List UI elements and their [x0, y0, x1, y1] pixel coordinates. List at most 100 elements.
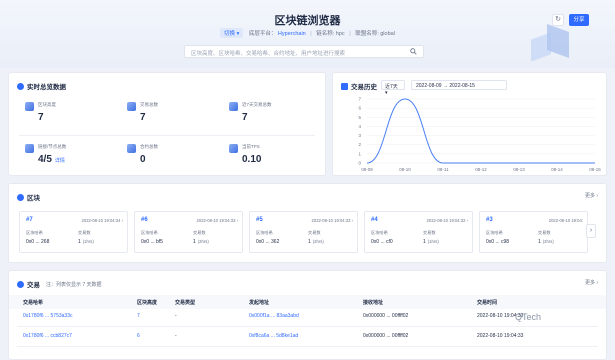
block-hash[interactable]: 0x0 ... 268	[26, 239, 49, 245]
overview-item: 合约总数 0	[127, 139, 227, 179]
search-placeholder: 区块高度、区块哈希、交易哈希、合约地址、用户地址进行搜索	[191, 51, 346, 57]
block-number[interactable]: #3	[486, 217, 493, 223]
search-icon[interactable]	[410, 48, 417, 55]
platform-label: 底层平台：	[248, 31, 277, 37]
header: 区块链浏览器 切换 ▾ 底层平台： Hyperchain | 链名称: hpc …	[0, 0, 615, 68]
block-number[interactable]: #4	[371, 217, 378, 223]
blocks-title: 区块	[17, 192, 40, 202]
transactions-icon	[17, 280, 24, 288]
block-hash[interactable]: 0x0 ... bf5	[141, 239, 163, 245]
tx-type: -	[175, 333, 177, 339]
block-hash-label: 区块哈希	[486, 230, 503, 235]
y-tick-label: 1	[358, 151, 361, 156]
y-tick-label: 2	[358, 142, 361, 147]
tx-type: -	[175, 313, 177, 319]
header-illustration	[531, 23, 571, 64]
block-card[interactable]: #5 2022-08-10 19:04:33 › 区块哈希 交易数 0x0 ..…	[249, 211, 358, 253]
blocks-icon	[17, 193, 24, 201]
block-number[interactable]: #6	[141, 217, 148, 223]
tx-height-link[interactable]: 6	[137, 333, 140, 339]
transactions-more-link[interactable]: 更多 ›	[585, 279, 598, 286]
tx-7days-icon	[229, 102, 238, 111]
watermark: QTech	[515, 312, 542, 322]
block-time: 2022-08-10 19:04:	[548, 218, 583, 223]
block-hash-label: 区块哈希	[256, 230, 273, 235]
overview-item: 近7天交易总数 7	[229, 97, 329, 137]
block-tx-count: 1 (2hrs)	[308, 239, 324, 245]
block-card[interactable]: #4 2022-08-10 19:04:32 › 区块哈希 交易数 0x0 ..…	[364, 211, 473, 253]
block-hash[interactable]: 0x0 ... c98	[486, 239, 509, 245]
overview-card: 实时总览数据 区块高度 7 交易总数 7 近7天交易总数 7 链接/节点总数 4/5 详情…	[8, 72, 326, 176]
block-number[interactable]: #5	[256, 217, 263, 223]
block-tx-count: 1 (1hrs)	[78, 239, 94, 245]
tx-history-chart: 0 1 2 3 4 5 6 7 08-09 08-10 08-11 08-12 08-13 08-14 08…	[358, 97, 601, 173]
overview-item: 当前TPS 0.10	[229, 139, 329, 179]
block-time: 2022-08-10 19:04:33 ›	[311, 218, 353, 223]
y-tick-label: 4	[358, 124, 361, 129]
block-card[interactable]: #7 2022-08-10 19:04:34 › 区块哈希 交易数 0x0 ..…	[19, 211, 128, 253]
blocks-next-button[interactable]: ›	[586, 224, 596, 238]
x-tick-label: 08-14	[551, 167, 563, 172]
search-input[interactable]: 区块高度、区块哈希、交易哈希、合约地址、用户地址进行搜索	[184, 45, 424, 58]
chain-info-bar: 切换 ▾ 底层平台： Hyperchain | 链名称: hpc | 联盟名称:…	[0, 28, 615, 38]
node-details-link[interactable]: 详情	[55, 158, 65, 164]
table-header: 交易哈希 区块高度 交易类型 发起地址 接收地址 交易时间	[9, 295, 606, 309]
tx-to: 0x000000 ... 00ffff02	[363, 313, 409, 319]
node-icon	[25, 144, 34, 153]
block-tx-label: 交易数	[538, 230, 551, 235]
tx-from-link[interactable]: 0x000f1a ... 83aa3abd	[249, 313, 299, 319]
tx-hash-link[interactable]: 0x1780f6 ... 5753a33c	[23, 313, 73, 319]
platform-value: Hyperchain	[277, 31, 306, 37]
series-line	[366, 98, 595, 164]
y-tick-label: 6	[358, 106, 361, 111]
y-tick-label: 5	[358, 115, 361, 120]
block-tx-count: 1 (1hrs)	[423, 239, 439, 245]
block-card[interactable]: #3 2022-08-10 19:04: 区块哈希 交易数 0x0 ... c9…	[479, 211, 588, 253]
x-tick-label: 08-15	[589, 167, 601, 172]
x-tick-label: 08-13	[513, 167, 525, 172]
block-hash-label: 区块哈希	[371, 230, 388, 235]
block-tx-label: 交易数	[308, 230, 321, 235]
tx-time: 2022-08-10 19:04:33	[477, 333, 524, 339]
block-hash[interactable]: 0x0 ... 362	[256, 239, 279, 245]
consortium-name: 联盟名称: global	[355, 31, 395, 37]
overview-icon	[17, 82, 24, 90]
block-hash-label: 区块哈希	[141, 230, 158, 235]
block-tx-label: 交易数	[193, 230, 206, 235]
tx-history-card: 交易历史 近7天 ▾ 2022-08-09 → 2022-08-15 01234…	[332, 72, 607, 176]
contract-icon	[127, 144, 136, 153]
page-title: 区块链浏览器	[274, 15, 341, 27]
tx-hash-link[interactable]: 0x1780f6 ... ccb827c7	[23, 333, 72, 339]
block-hash-label: 区块哈希	[26, 230, 43, 235]
tx-total-icon	[127, 102, 136, 111]
block-tx-count: 1 (2hrs)	[538, 239, 554, 245]
tx-from-link[interactable]: 0xf8ca6a ... 5d8ke1ad	[249, 333, 298, 339]
block-tx-count: 1 (2hrs)	[193, 239, 209, 245]
block-hash[interactable]: 0x0 ... cf0	[371, 239, 393, 245]
x-tick-label: 08-12	[475, 167, 487, 172]
y-tick-label: 3	[358, 133, 361, 138]
tx-to: 0x000000 ... 00ffff02	[363, 333, 409, 339]
chain-name: 链名称: hpc	[316, 31, 345, 37]
block-time: 2022-08-10 19:04:32 ›	[426, 218, 468, 223]
blocks-card: 区块 更多 › #7 2022-08-10 19:04:34 › 区块哈希 交易…	[8, 183, 607, 263]
tps-icon	[229, 144, 238, 153]
x-tick-label: 08-10	[399, 167, 411, 172]
refresh-icon[interactable]: ↻	[552, 14, 564, 26]
tx-height-link[interactable]: 7	[137, 313, 140, 319]
share-button[interactable]: 分享	[569, 14, 589, 26]
y-tick-label: 0	[358, 161, 361, 166]
block-tx-label: 交易数	[78, 230, 91, 235]
transactions-title: 交易 注：列表仅显示 7 天数据	[17, 279, 102, 289]
block-number[interactable]: #7	[26, 217, 33, 223]
overview-title: 实时总览数据	[17, 81, 66, 91]
x-tick-label: 08-09	[361, 167, 373, 172]
block-tx-label: 交易数	[423, 230, 436, 235]
block-time: 2022-08-10 19:04:33 ›	[196, 218, 238, 223]
blocks-more-link[interactable]: 更多 ›	[585, 192, 598, 199]
switch-chain-button[interactable]: 切换 ▾	[220, 28, 244, 38]
block-card[interactable]: #6 2022-08-10 19:04:33 › 区块哈希 交易数 0x0 ..…	[134, 211, 243, 253]
block-time: 2022-08-10 19:04:34 ›	[81, 218, 123, 223]
block-height-icon	[25, 102, 34, 111]
x-tick-label: 08-11	[437, 167, 449, 172]
